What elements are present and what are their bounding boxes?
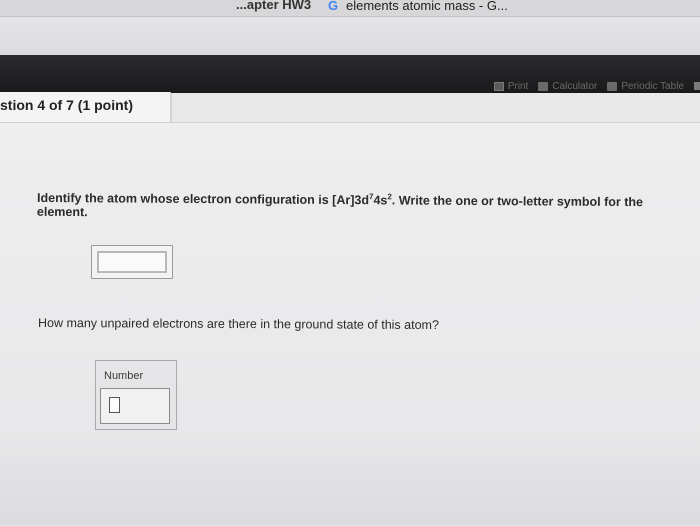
print-button[interactable]: Print <box>493 80 529 92</box>
input-caret-icon <box>109 397 120 413</box>
periodic-table-button[interactable]: Periodic Table <box>607 81 684 92</box>
question-part2-text: How many unpaired electrons are there in… <box>37 315 439 333</box>
question-part1-text: Identify the atom whose electron configu… <box>37 188 677 224</box>
calculator-button[interactable]: Calculator <box>538 81 597 92</box>
question-header-tab: stion 4 of 7 (1 point) <box>0 92 171 122</box>
number-field-label: Number <box>104 370 144 382</box>
number-answer-box: Number <box>95 360 177 430</box>
google-g-icon: G <box>327 0 339 13</box>
question-header-text: stion 4 of 7 (1 point) <box>0 97 133 113</box>
browser-tab-hw3[interactable]: ...apter HW3 <box>236 0 311 12</box>
browser-tab-title: elements atomic mass - G... <box>346 0 508 13</box>
calculator-icon <box>538 81 549 91</box>
number-answer-input[interactable] <box>100 388 170 424</box>
periodic-table-label: Periodic Table <box>621 80 684 92</box>
printer-icon <box>493 81 504 91</box>
browser-tab-google-search[interactable]: G elements atomic mass - G... <box>326 0 508 13</box>
print-label: Print <box>507 80 529 92</box>
periodic-table-icon <box>607 81 618 91</box>
browser-tab-hw3-label: ...apter HW3 <box>236 0 312 12</box>
browser-tab-strip: ...apter HW3 G elements atomic mass - G.… <box>0 0 700 17</box>
more-tools-button[interactable] <box>694 82 700 90</box>
calculator-label: Calculator <box>552 80 598 92</box>
more-tools-icon <box>694 82 700 90</box>
symbol-answer-box <box>91 245 173 279</box>
toolbar-tools: Print Calculator Periodic Table <box>493 78 700 94</box>
symbol-answer-input[interactable] <box>97 251 167 273</box>
page-header-band <box>0 17 700 55</box>
question-part1-mid: 4s <box>373 193 388 208</box>
